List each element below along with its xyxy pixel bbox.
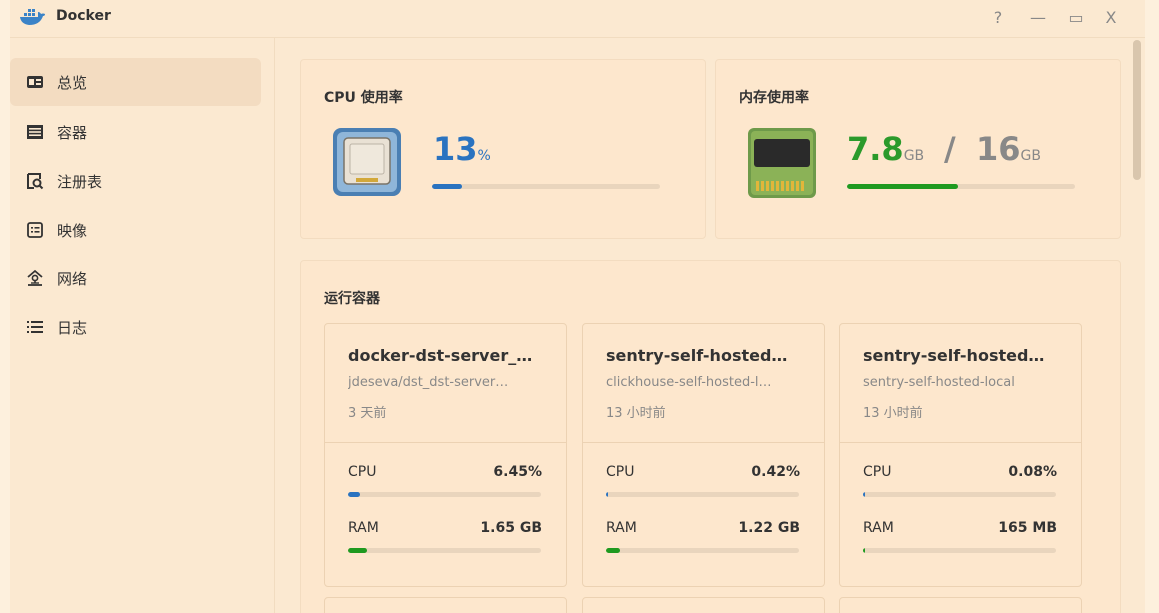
ram-bar-fill <box>863 548 866 553</box>
container-image: jdeseva/dst_dst-server… <box>348 375 509 390</box>
memory-used-value: 7.8GB <box>847 130 925 168</box>
container-image: sentry-self-hosted-local <box>863 375 1015 390</box>
container-uptime: 13 小时前 <box>606 406 666 421</box>
card-divider <box>583 442 824 443</box>
card-divider <box>325 442 566 443</box>
container-name: sentry-self-hosted… <box>863 346 1045 365</box>
ram-bar <box>606 548 799 553</box>
registry-icon <box>25 171 45 191</box>
container-name: sentry-self-hosted… <box>606 346 788 365</box>
memory-usage-bar-fill <box>847 184 959 189</box>
overview-panel: CPU 使用率 13% 内存使用率 7.8GB / 16GB 运行容器 dock… <box>276 38 1145 613</box>
cpu-value: 6.45% <box>493 464 542 480</box>
cpu-label: CPU <box>606 464 635 480</box>
overview-icon <box>25 72 45 92</box>
memory-card-title: 内存使用率 <box>739 90 809 106</box>
container-name: docker-dst-server_… <box>348 346 533 365</box>
cpu-usage-bar <box>432 184 660 189</box>
container-uptime: 3 天前 <box>348 406 387 421</box>
sidebar-item-images[interactable]: 映像 <box>10 206 261 254</box>
docker-window: Docker ? — ▭ X 总览 容器 注册表 映像 网络 日志 CPU 使用… <box>10 0 1145 613</box>
ram-value: 165 MB <box>998 520 1057 536</box>
ram-bar <box>348 548 541 553</box>
container-uptime: 13 小时前 <box>863 406 923 421</box>
ram-bar-fill <box>348 548 368 553</box>
cpu-usage-card: CPU 使用率 13% <box>300 59 706 239</box>
running-containers-title: 运行容器 <box>324 291 380 307</box>
sidebar-item-label: 映像 <box>57 221 88 240</box>
ram-label: RAM <box>606 520 637 536</box>
cpu-bar <box>606 492 799 497</box>
ram-label: RAM <box>863 520 894 536</box>
ram-bar <box>863 548 1056 553</box>
docker-logo-icon <box>20 9 45 25</box>
close-button[interactable]: X <box>1100 6 1122 28</box>
sidebar-item-label: 日志 <box>57 318 88 337</box>
container-card-0[interactable]: docker-dst-server_… jdeseva/dst_dst-serv… <box>324 323 567 587</box>
container-card-1[interactable]: sentry-self-hosted… clickhouse-self-host… <box>582 323 825 587</box>
memory-usage-bar <box>847 184 1075 189</box>
sidebar-item-logs[interactable]: 日志 <box>10 303 261 351</box>
cpu-bar-fill <box>606 492 609 497</box>
network-icon <box>25 268 45 288</box>
ram-value: 1.22 GB <box>738 520 800 536</box>
container-image: clickhouse-self-hosted-l… <box>606 375 772 390</box>
sidebar-item-label: 注册表 <box>57 172 103 191</box>
ram-value: 1.65 GB <box>480 520 542 536</box>
ram-label: RAM <box>348 520 379 536</box>
container-card-2[interactable]: sentry-self-hosted… sentry-self-hosted-l… <box>839 323 1082 587</box>
sidebar-item-label: 容器 <box>57 123 88 142</box>
sidebar-item-registry[interactable]: 注册表 <box>10 157 261 205</box>
cpu-bar-fill <box>863 492 866 497</box>
container-icon <box>25 122 45 142</box>
cpu-bar <box>863 492 1056 497</box>
help-icon: ? <box>993 7 1003 27</box>
cpu-usage-bar-fill <box>432 184 462 189</box>
cpu-value: 0.08% <box>1008 464 1057 480</box>
container-card-3[interactable] <box>324 597 567 613</box>
maximize-icon: ▭ <box>1068 7 1084 27</box>
memory-total-value: 16GB <box>976 130 1041 168</box>
sidebar-item-containers[interactable]: 容器 <box>10 108 261 156</box>
running-containers-section: 运行容器 docker-dst-server_… jdeseva/dst_dst… <box>300 260 1121 613</box>
close-icon: X <box>1105 7 1117 27</box>
help-button[interactable]: ? <box>987 6 1009 28</box>
title-bar: Docker ? — ▭ X <box>10 0 1145 38</box>
sidebar-item-label: 网络 <box>57 269 88 288</box>
cpu-label: CPU <box>348 464 377 480</box>
minimize-button[interactable]: — <box>1027 6 1049 28</box>
log-icon <box>25 317 45 337</box>
cpu-value: 0.42% <box>751 464 800 480</box>
cpu-percent-value: 13% <box>433 130 491 168</box>
memory-chip-icon <box>748 128 816 198</box>
cpu-bar-fill <box>348 492 361 497</box>
app-title: Docker <box>56 8 111 24</box>
memory-separator: / <box>944 130 956 168</box>
ram-bar-fill <box>606 548 621 553</box>
container-card-4[interactable] <box>582 597 825 613</box>
cpu-bar <box>348 492 541 497</box>
minimize-icon: — <box>1030 7 1046 27</box>
sidebar: 总览 容器 注册表 映像 网络 日志 <box>10 38 275 613</box>
sidebar-item-overview[interactable]: 总览 <box>10 58 261 106</box>
sidebar-item-label: 总览 <box>57 73 88 92</box>
image-icon <box>25 220 45 240</box>
cpu-card-title: CPU 使用率 <box>324 90 403 106</box>
memory-usage-card: 内存使用率 7.8GB / 16GB <box>715 59 1121 239</box>
card-divider <box>840 442 1081 443</box>
maximize-button[interactable]: ▭ <box>1065 6 1087 28</box>
cpu-chip-icon <box>333 128 401 196</box>
cpu-label: CPU <box>863 464 892 480</box>
main-scrollbar[interactable] <box>1133 40 1141 180</box>
sidebar-item-network[interactable]: 网络 <box>10 254 261 302</box>
container-card-5[interactable] <box>839 597 1082 613</box>
